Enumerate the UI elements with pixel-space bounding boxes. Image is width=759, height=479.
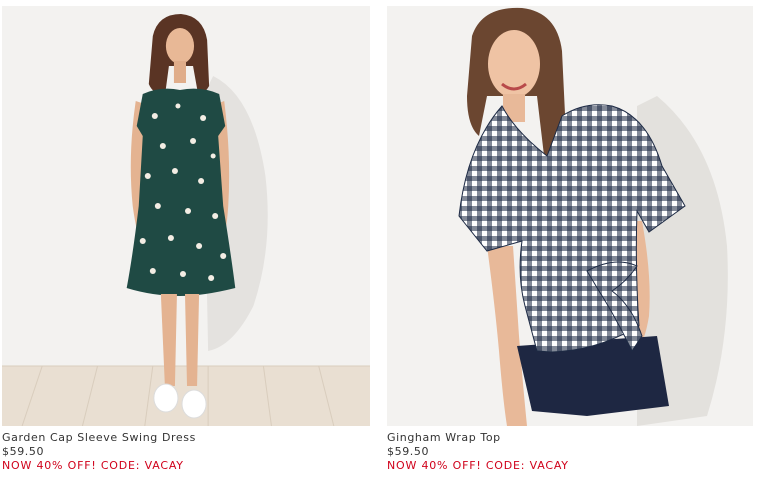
product-image-gingham-top[interactable] xyxy=(387,6,753,426)
product-card-gingham-top[interactable]: Gingham Wrap Top $59.50 NOW 40% OFF! COD… xyxy=(387,0,753,479)
product-name[interactable]: Garden Cap Sleeve Swing Dress xyxy=(2,431,370,445)
product-image-garden-dress[interactable] xyxy=(2,6,370,426)
product-info: Gingham Wrap Top $59.50 NOW 40% OFF! COD… xyxy=(387,431,753,473)
product-card-garden-dress[interactable]: Garden Cap Sleeve Swing Dress $59.50 NOW… xyxy=(2,0,370,479)
product-info: Garden Cap Sleeve Swing Dress $59.50 NOW… xyxy=(2,431,370,473)
product-price: $59.50 xyxy=(2,445,45,458)
product-grid: Garden Cap Sleeve Swing Dress $59.50 NOW… xyxy=(0,0,759,479)
product-name[interactable]: Gingham Wrap Top xyxy=(387,431,753,445)
promo-text: NOW 40% OFF! CODE: VACAY xyxy=(2,459,184,472)
product-price: $59.50 xyxy=(387,445,430,458)
promo-text: NOW 40% OFF! CODE: VACAY xyxy=(387,459,569,472)
